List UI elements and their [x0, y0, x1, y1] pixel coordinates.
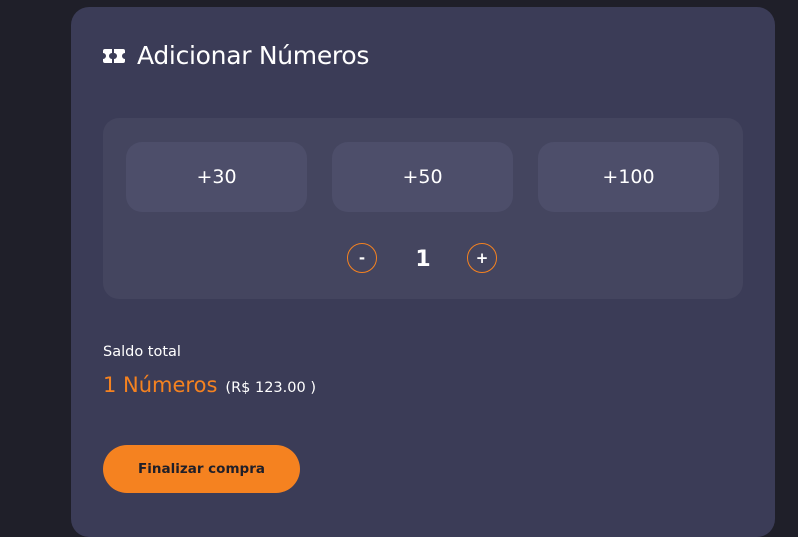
add-50-button[interactable]: +50 — [332, 142, 513, 212]
quantity-value: 1 — [415, 246, 431, 272]
page-title: Adicionar Números — [137, 41, 370, 70]
finalize-purchase-button[interactable]: Finalizar compra — [103, 445, 300, 493]
add-numbers-card: Adicionar Números +30 +50 +100 - 1 + Sal… — [71, 7, 775, 537]
increment-button[interactable]: + — [467, 243, 497, 273]
total-label: Saldo total — [103, 344, 181, 360]
add-100-button[interactable]: +100 — [538, 142, 719, 212]
decrement-button[interactable]: - — [347, 243, 377, 273]
quantity-stepper: - 1 + — [103, 242, 743, 276]
card-header: Adicionar Números — [103, 41, 369, 70]
ticket-icon — [103, 47, 125, 65]
total-count: 1 Números — [103, 373, 218, 397]
total-summary: 1 Números (R$ 123.00 ) — [103, 373, 316, 397]
quantity-picker: +30 +50 +100 - 1 + — [103, 118, 743, 299]
total-price: (R$ 123.00 ) — [225, 380, 316, 396]
add-30-button[interactable]: +30 — [126, 142, 307, 212]
